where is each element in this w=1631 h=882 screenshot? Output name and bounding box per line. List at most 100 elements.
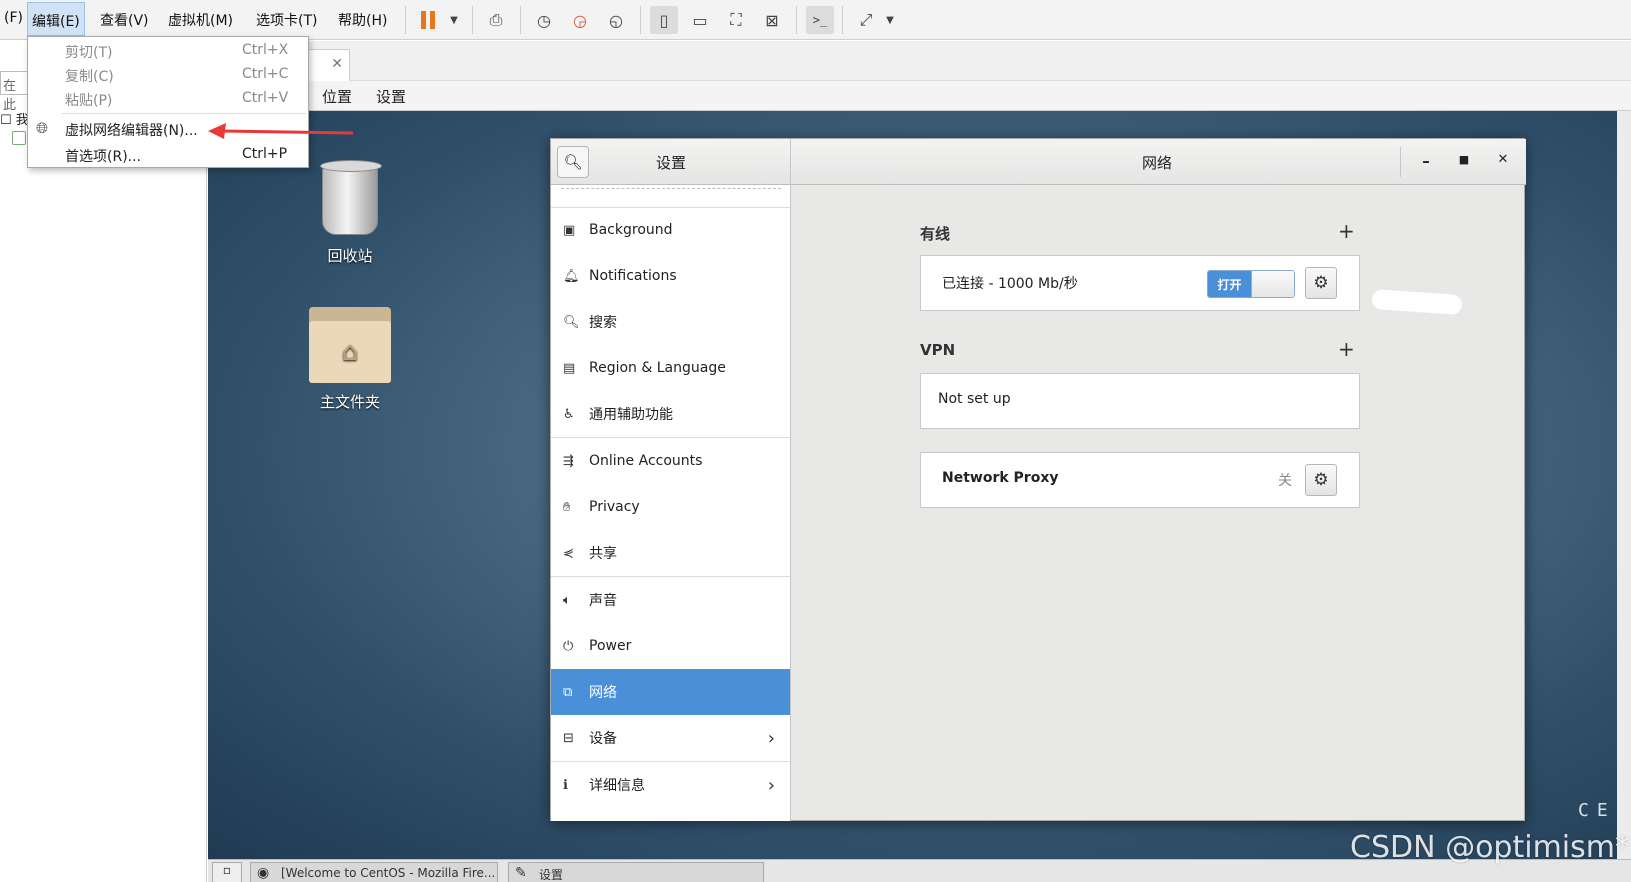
taskbar-item-label: 设置 [539, 868, 564, 882]
bell-icon: 🔔︎ [563, 268, 580, 284]
sidebar-item-details[interactable]: ℹ 详细信息 › [551, 762, 790, 808]
sidebar-view-icon[interactable]: ▯ [650, 6, 678, 34]
library-search-input[interactable]: 在此 [0, 71, 30, 113]
sidebar-item-search[interactable]: 🔍︎ 搜索 [551, 299, 790, 345]
online-accounts-icon: ⇶ [563, 453, 574, 469]
toolbar-separator [796, 6, 797, 34]
menu-item-copy[interactable]: 复制(C) Ctrl+C [28, 63, 308, 87]
desktop-icon-trash[interactable]: 回收站 [302, 160, 398, 266]
toggle-on-label: 打开 [1208, 271, 1251, 297]
sidebar-item-region[interactable]: ▤ Region & Language [551, 345, 790, 391]
sidebar-item-label: Privacy [589, 499, 640, 515]
vpn-section-title: VPN [920, 341, 956, 359]
menu-vm[interactable]: 虚拟机(M) [164, 8, 237, 32]
add-vpn-button[interactable]: + [1338, 337, 1355, 361]
speaker-icon: 🔈︎ [563, 592, 571, 608]
sidebar-item-devices[interactable]: ⊟ 设备 › [551, 715, 790, 761]
gnome-menu-places[interactable]: 位置 [322, 86, 352, 107]
library-tree[interactable]: ☐ 我 [0, 109, 29, 128]
sidebar-item-online-accounts[interactable]: ⇶ Online Accounts [551, 438, 790, 484]
sidebar-item-label: 设备 [589, 731, 617, 747]
menu-help[interactable]: 帮助(H) [334, 8, 391, 32]
unity-icon[interactable]: ⊠ [758, 6, 786, 34]
menu-item-label: 首选项(R)... [65, 149, 142, 165]
headerbar-separator [1400, 147, 1401, 177]
wired-toggle[interactable]: 打开 [1207, 270, 1295, 298]
snapshot-manager-icon[interactable]: ◵ [602, 6, 630, 34]
taskbar-item-settings[interactable]: ✎ 设置 [508, 862, 764, 882]
share-icon: ⋞ [563, 545, 574, 561]
sidebar-item-network[interactable]: ⧉ 网络 [551, 669, 790, 715]
wired-settings-button[interactable]: ⚙ [1305, 267, 1337, 299]
menu-item-label: 复制(C) [65, 69, 114, 85]
sidebar-item-notifications[interactable]: 🔔︎ Notifications [551, 253, 790, 299]
pause-icon[interactable] [414, 6, 442, 34]
sidebar-item-privacy[interactable]: ✋︎ Privacy [551, 484, 790, 530]
fullscreen-icon[interactable]: ⛶ [722, 6, 750, 34]
sidebar-item-label: 通用辅助功能 [589, 407, 673, 423]
sidebar-item-power[interactable]: ⏻ Power [551, 623, 790, 669]
menu-item-label: 剪切(T) [65, 45, 113, 61]
add-wired-button[interactable]: + [1338, 219, 1355, 243]
sidebar-item-label: Background [589, 222, 673, 238]
network-proxy-row[interactable]: Network Proxy 关 ⚙ [920, 452, 1360, 508]
sidebar-item-background[interactable]: ▣ Background [551, 207, 790, 253]
devices-icon: ⊟ [563, 730, 574, 746]
settings-tools-icon: ✎ [515, 865, 527, 881]
menu-item-cut[interactable]: 剪切(T) Ctrl+X [28, 39, 308, 63]
sidebar-item-label: Region & Language [589, 360, 726, 376]
proxy-settings-button[interactable]: ⚙ [1305, 464, 1337, 496]
console-icon[interactable]: >_ [806, 6, 834, 34]
tree-expand-icon[interactable]: ☐ [0, 113, 16, 128]
sidebar-item-label: 搜索 [589, 315, 617, 331]
toggle-knob [1251, 271, 1294, 297]
revert-snapshot-icon[interactable]: ◶ [566, 6, 594, 34]
menu-item-shortcut: Ctrl+C [242, 66, 289, 82]
network-icon: ⧉ [563, 684, 573, 700]
menu-tabs[interactable]: 选项卡(T) [252, 8, 321, 32]
headerbar-left: 🔍︎ 设置 [551, 139, 791, 185]
sidebar-item-sound[interactable]: 🔈︎ 声音 [551, 577, 790, 623]
minimize-button[interactable]: – [1416, 152, 1436, 170]
taskbar-item-label: [Welcome to CentOS - Mozilla Fire... [281, 866, 496, 880]
proxy-state: 关 [1278, 473, 1292, 489]
menu-item-paste[interactable]: 粘贴(P) Ctrl+V [28, 87, 308, 111]
vm-scrollbar[interactable] [1617, 111, 1631, 859]
chevron-down-icon[interactable]: ▼ [440, 6, 468, 34]
show-desktop-button[interactable]: ▫ [212, 862, 242, 882]
annotation-arrow-icon [208, 123, 354, 139]
sidebar-item-label: 网络 [589, 685, 617, 701]
vmware-menubar: (F) 编辑(E) 查看(V) 虚拟机(M) 选项卡(T) 帮助(H) ▼ ⎙ … [0, 0, 1631, 40]
chevron-right-icon: › [767, 774, 775, 796]
sidebar-item-label: Online Accounts [589, 453, 703, 469]
desktop-icon-home[interactable]: ⌂ 主文件夹 [302, 307, 398, 412]
close-icon[interactable]: ✕ [331, 56, 343, 72]
menu-item-shortcut: Ctrl+P [242, 146, 288, 162]
sidebar-item-sharing[interactable]: ⋞ 共享 [551, 530, 790, 576]
home-folder-icon: ⌂ [309, 307, 391, 383]
menu-view[interactable]: 查看(V) [96, 8, 153, 32]
sidebar-item-label: Power [589, 638, 632, 654]
menu-item-shortcut: Ctrl+X [242, 42, 289, 58]
chevron-down-icon[interactable]: ▼ [876, 6, 904, 34]
edit-menu-dropdown: 剪切(T) Ctrl+X 复制(C) Ctrl+C 粘贴(P) Ctrl+V 🌐… [27, 36, 309, 168]
close-button[interactable]: ✕ [1493, 152, 1513, 167]
background-icon: ▣ [563, 222, 576, 238]
maximize-button[interactable]: ■ [1454, 153, 1474, 166]
firefox-icon: ◉ [257, 865, 270, 881]
toolbar-separator [520, 6, 521, 34]
vm-icon [12, 131, 26, 145]
privacy-hand-icon: ✋︎ [563, 499, 571, 515]
send-ctrl-alt-del-icon[interactable]: ⎙ [482, 6, 510, 34]
search-button[interactable]: 🔍︎ [557, 146, 589, 178]
network-globe-icon: 🌐︎ [36, 119, 49, 137]
thumbnail-view-icon[interactable]: ▭ [686, 6, 714, 34]
menu-edit[interactable]: 编辑(E) [27, 2, 85, 36]
taskbar-item-firefox[interactable]: ◉ [Welcome to CentOS - Mozilla Fire... [250, 862, 498, 882]
gnome-menu-settings[interactable]: 设置 [376, 86, 406, 107]
toolbar-separator [640, 6, 641, 34]
menu-file[interactable]: (F) [0, 8, 27, 28]
snapshot-icon[interactable]: ◷ [530, 6, 558, 34]
sidebar-item-accessibility[interactable]: ♿︎ 通用辅助功能 [551, 391, 790, 437]
sidebar-scroll-edge [561, 185, 781, 189]
